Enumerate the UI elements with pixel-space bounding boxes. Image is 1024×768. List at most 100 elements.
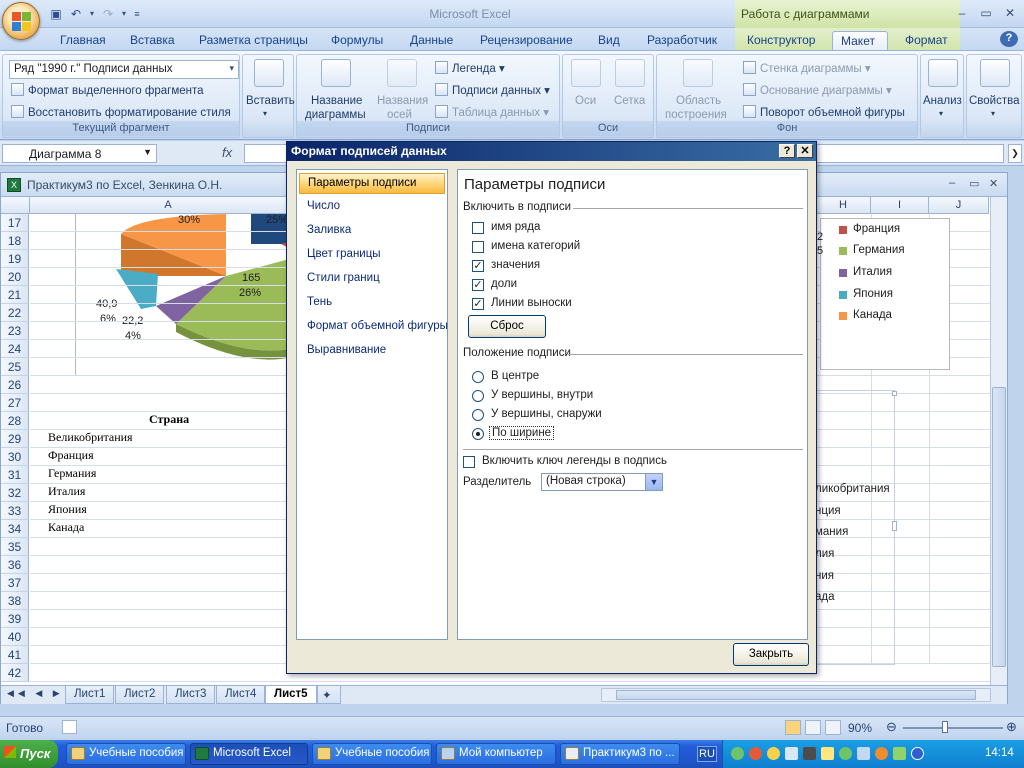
speaker-icon[interactable] xyxy=(821,747,834,760)
chart-title-button[interactable]: Название xyxy=(311,95,362,107)
zoom-slider-thumb[interactable] xyxy=(942,721,948,733)
axis-titles-icon[interactable] xyxy=(387,59,417,87)
row-header[interactable]: 32 xyxy=(1,484,29,502)
dialog-help-button[interactable]: ? xyxy=(779,144,795,158)
cell-header-country[interactable]: Страна xyxy=(149,412,189,427)
sheet-tab[interactable]: Лист1 xyxy=(65,686,115,704)
percentage-label[interactable]: доли xyxy=(491,278,517,290)
taskbar-button[interactable]: Мой компьютер xyxy=(436,743,556,765)
category-name-label[interactable]: имена категорий xyxy=(491,240,580,252)
tray-app-icon[interactable] xyxy=(803,747,816,760)
resize-handle[interactable] xyxy=(892,391,897,396)
legend-item[interactable]: Канада xyxy=(839,309,892,321)
center-label[interactable]: В центре xyxy=(491,370,539,382)
gridlines-icon[interactable] xyxy=(615,59,645,87)
series-name-label[interactable]: имя ряда xyxy=(491,221,540,233)
cell-country[interactable]: Япония xyxy=(48,502,87,517)
pie-chart[interactable]: 30% 25% 165 26% 40,9 6% 22,2 4% xyxy=(75,214,308,376)
axes-button[interactable]: Оси xyxy=(575,95,596,107)
plot-area-icon[interactable] xyxy=(683,59,713,87)
tab-formulas[interactable]: Формулы xyxy=(323,31,391,50)
chart-elements-combo[interactable]: Ряд "1990 г." Подписи данных ▾ xyxy=(9,60,239,79)
checkbox-series-name[interactable] xyxy=(472,222,484,234)
taskbar-button-active[interactable]: Microsoft Excel xyxy=(190,743,308,765)
cell-country[interactable]: Великобритания xyxy=(48,430,133,445)
network-icon[interactable] xyxy=(857,747,870,760)
data-label-percent[interactable]: 6% xyxy=(100,313,116,325)
outside-end-label[interactable]: У вершины, снаружи xyxy=(491,408,602,420)
axis-titles-button-line2[interactable]: осей xyxy=(387,109,412,121)
value-label[interactable]: значения xyxy=(491,259,540,271)
chart-wall-button[interactable]: Стенка диаграммы ▾ xyxy=(743,61,871,75)
best-fit-label[interactable]: По ширине xyxy=(489,426,555,440)
minimize-button[interactable]: – xyxy=(950,3,974,23)
vertical-scrollbar[interactable] xyxy=(990,197,1007,685)
properties-icon[interactable] xyxy=(980,59,1010,87)
data-label-percent[interactable]: 26% xyxy=(239,287,261,299)
tray-app-icon[interactable] xyxy=(767,747,780,760)
axis-titles-button[interactable]: Названия xyxy=(377,95,428,107)
separator-select[interactable]: (Новая строка) ▼ xyxy=(541,473,663,491)
chart-title-icon[interactable] xyxy=(321,59,351,87)
row-header[interactable]: 31 xyxy=(1,466,29,484)
row-header[interactable]: 42 xyxy=(1,664,29,682)
plot-area-button-line2[interactable]: построения xyxy=(665,109,727,121)
name-box[interactable]: Диаграмма 8 ▼ xyxy=(2,144,157,163)
radio-best-fit[interactable] xyxy=(472,428,484,440)
column-header-j[interactable]: J xyxy=(929,197,989,214)
radio-inside-end[interactable] xyxy=(472,390,484,402)
tray-app-icon[interactable] xyxy=(785,747,798,760)
column-header-i[interactable]: I xyxy=(871,197,929,214)
tab-developer[interactable]: Разработчик xyxy=(639,31,725,50)
gridlines-button[interactable]: Сетка xyxy=(614,95,645,107)
legend-item[interactable]: Франция xyxy=(839,223,900,235)
customize-qat-icon[interactable]: ≡ xyxy=(132,6,142,22)
data-table-button[interactable]: Таблица данных ▾ xyxy=(435,105,549,119)
tab-format[interactable]: Формат xyxy=(897,31,956,50)
close-workbook-icon[interactable]: ✕ xyxy=(989,177,998,190)
tab-layout[interactable]: Макет xyxy=(832,31,888,50)
row-header[interactable]: 19 xyxy=(1,250,29,268)
taskbar-button[interactable]: Практикум3 по ... xyxy=(560,743,680,765)
tab-review[interactable]: Рецензирование xyxy=(472,31,581,50)
data-label-value[interactable]: 30% xyxy=(178,214,200,226)
bluetooth-icon[interactable] xyxy=(911,747,924,760)
undo-icon[interactable]: ↶ xyxy=(68,6,84,22)
vertical-scroll-thumb[interactable] xyxy=(992,387,1006,667)
normal-view-icon[interactable] xyxy=(785,720,801,735)
axes-icon[interactable] xyxy=(571,59,601,87)
legend-button[interactable]: Легенда ▾ xyxy=(435,61,505,75)
row-header[interactable]: 18 xyxy=(1,232,29,250)
cell-country[interactable]: Германия xyxy=(48,466,96,481)
zoom-in-icon[interactable]: ⊕ xyxy=(1006,719,1017,735)
chart-legend[interactable]: 2 5 Франция Германия Италия Япония Канад… xyxy=(817,218,950,370)
tray-app-icon[interactable] xyxy=(749,747,762,760)
row-header[interactable]: 17 xyxy=(1,214,29,232)
redo-dropdown-icon[interactable]: ▾ xyxy=(120,6,128,22)
row-header[interactable]: 25 xyxy=(1,358,29,376)
taskbar-button[interactable]: Учебные пособия xyxy=(312,743,432,765)
page-break-view-icon[interactable] xyxy=(825,720,841,735)
insert-sheet-icon[interactable]: ✦ xyxy=(317,686,341,704)
redo-icon[interactable]: ↷ xyxy=(100,6,116,22)
dialog-close-button[interactable]: ✕ xyxy=(797,144,813,158)
undo-dropdown-icon[interactable]: ▾ xyxy=(88,6,96,22)
leader-lines-label[interactable]: Линии выноски xyxy=(491,297,572,309)
checkbox-legend-key[interactable] xyxy=(463,456,475,468)
sheet-tab-active[interactable]: Лист5 xyxy=(265,686,317,704)
chart-title-button-line2[interactable]: диаграммы xyxy=(305,109,366,121)
cell-country[interactable]: Франция xyxy=(48,448,94,463)
row-header[interactable]: 37 xyxy=(1,574,29,592)
tray-app-icon[interactable] xyxy=(839,747,852,760)
minimize-workbook-icon[interactable]: – xyxy=(949,177,955,189)
column-header-a[interactable]: A xyxy=(30,197,307,214)
row-header[interactable]: 22 xyxy=(1,304,29,322)
help-icon[interactable]: ? xyxy=(1000,31,1018,47)
checkbox-leader-lines[interactable]: ✓ xyxy=(472,298,484,310)
restore-workbook-icon[interactable]: ▭ xyxy=(969,177,979,190)
radio-outside-end[interactable] xyxy=(472,409,484,421)
analysis-button[interactable]: Анализ xyxy=(923,95,962,107)
sheet-tab[interactable]: Лист2 xyxy=(115,686,165,704)
start-button[interactable]: Пуск xyxy=(0,740,58,768)
radio-center[interactable] xyxy=(472,371,484,383)
